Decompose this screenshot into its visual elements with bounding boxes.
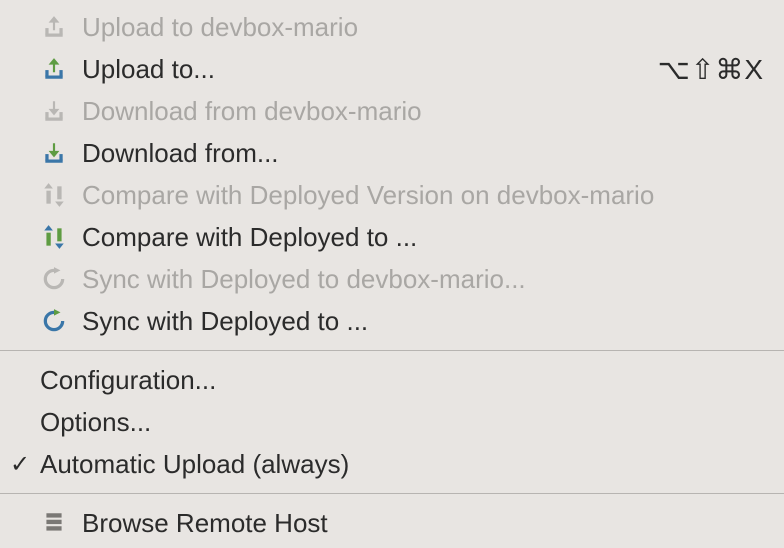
compare-icon [40,223,68,251]
menu-label: Compare with Deployed Version on devbox-… [82,180,764,211]
checkmark-icon: ✓ [10,450,30,479]
upload-icon [40,13,68,41]
menu-label: Upload to devbox-mario [82,12,764,43]
menu-label: Upload to... [82,54,644,85]
menu-label: Options... [40,407,764,438]
menu-item-automatic-upload[interactable]: ✓ Automatic Upload (always) [0,443,784,485]
menu-separator [0,350,784,351]
menu-label: Download from devbox-mario [82,96,764,127]
menu-item-browse-remote-host[interactable]: Browse Remote Host [0,502,784,544]
deployment-menu: Upload to devbox-mario Upload to... ⌥⇧⌘X… [0,0,784,544]
menu-item-compare-to[interactable]: Compare with Deployed to ... [0,216,784,258]
server-icon [40,509,68,537]
sync-icon [40,307,68,335]
upload-icon [40,55,68,83]
download-icon [40,97,68,125]
menu-item-upload-to[interactable]: Upload to... ⌥⇧⌘X [0,48,784,90]
menu-item-upload-to-host: Upload to devbox-mario [0,6,784,48]
menu-label: Compare with Deployed to ... [82,222,764,253]
menu-label: Configuration... [40,365,764,396]
menu-label: Browse Remote Host [82,508,764,539]
menu-label: Sync with Deployed to ... [82,306,764,337]
menu-separator [0,493,784,494]
menu-item-download-from-host: Download from devbox-mario [0,90,784,132]
menu-label: Download from... [82,138,764,169]
menu-item-compare-host: Compare with Deployed Version on devbox-… [0,174,784,216]
compare-icon [40,181,68,209]
menu-item-configuration[interactable]: Configuration... [0,359,784,401]
menu-label: Sync with Deployed to devbox-mario... [82,264,764,295]
menu-label: Automatic Upload (always) [40,449,764,480]
menu-item-sync-host: Sync with Deployed to devbox-mario... [0,258,784,300]
menu-item-sync-to[interactable]: Sync with Deployed to ... [0,300,784,342]
keyboard-shortcut: ⌥⇧⌘X [658,53,764,86]
menu-item-download-from[interactable]: Download from... [0,132,784,174]
download-icon [40,139,68,167]
menu-item-options[interactable]: Options... [0,401,784,443]
sync-icon [40,265,68,293]
